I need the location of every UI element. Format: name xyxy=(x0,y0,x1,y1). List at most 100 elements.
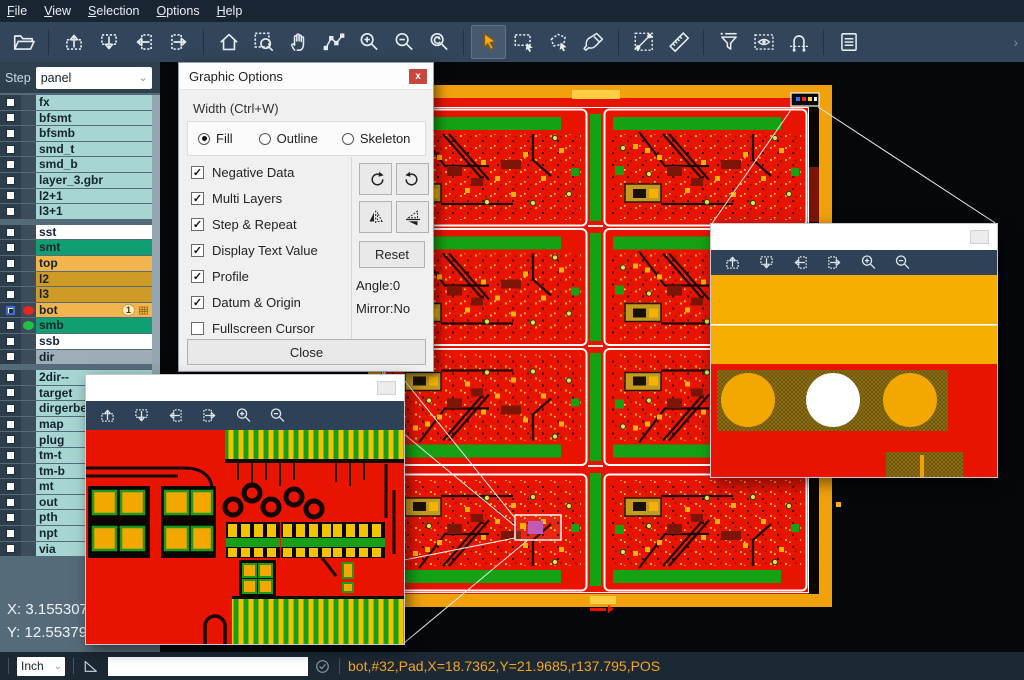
layer-row-smb[interactable]: smb xyxy=(0,318,152,333)
layer-checkbox[interactable] xyxy=(6,482,15,491)
layer-checkbox[interactable] xyxy=(6,243,15,252)
clean-brush-icon[interactable] xyxy=(576,25,611,59)
step-select[interactable]: panel⌄ xyxy=(36,67,152,89)
layer-row-ssb[interactable]: ssb xyxy=(0,334,152,349)
layer-checkbox[interactable] xyxy=(6,388,15,397)
pan-down-icon[interactable] xyxy=(132,406,151,425)
layer-row-smd_t[interactable]: smd_t xyxy=(0,142,152,157)
checkbox-fullscreen-cursor[interactable]: Fullscreen Cursor xyxy=(191,315,318,341)
pan-hand-icon[interactable] xyxy=(281,25,316,59)
layer-checkbox[interactable] xyxy=(6,176,15,185)
pan-view-left-icon[interactable] xyxy=(126,25,161,59)
layer-checkbox[interactable] xyxy=(6,113,15,122)
layer-row-l2plus1[interactable]: l2+1 xyxy=(0,189,152,204)
checkbox-negative-data[interactable]: ✓Negative Data xyxy=(191,159,318,185)
pan-up-icon[interactable] xyxy=(98,406,117,425)
layer-row-bfsmt[interactable]: bfsmt xyxy=(0,111,152,126)
magnifier-content[interactable] xyxy=(86,430,404,644)
layer-checkbox[interactable] xyxy=(6,191,15,200)
unit-select[interactable]: Inch⌄ xyxy=(17,657,65,676)
layer-checkbox[interactable] xyxy=(6,513,15,522)
arc-snap-icon[interactable] xyxy=(781,25,816,59)
pan-view-right-icon[interactable] xyxy=(161,25,196,59)
checkbox-profile[interactable]: ✓Profile xyxy=(191,263,318,289)
measure-polyline-icon[interactable] xyxy=(316,25,351,59)
polygon-select-icon[interactable] xyxy=(541,25,576,59)
pan-left-icon[interactable] xyxy=(791,253,810,272)
layer-row-bot[interactable]: bot1 xyxy=(0,303,152,318)
filter-icon[interactable] xyxy=(711,25,746,59)
layer-row-bfsmb[interactable]: bfsmb xyxy=(0,126,152,141)
layer-checkbox[interactable] xyxy=(6,529,15,538)
layer-checkbox[interactable] xyxy=(6,435,15,444)
dialog-title-bar[interactable]: Graphic Options x xyxy=(179,63,433,90)
layer-row-l2[interactable]: l2 xyxy=(0,272,152,287)
radio-skeleton[interactable]: Skeleton xyxy=(342,131,411,146)
menu-file[interactable]: File xyxy=(7,4,27,18)
zoom-out-icon[interactable] xyxy=(268,406,287,425)
checkbox-datum-origin[interactable]: ✓Datum & Origin xyxy=(191,289,318,315)
layer-checkbox[interactable] xyxy=(6,145,15,154)
layer-checkbox[interactable] xyxy=(6,207,15,216)
layer-checkbox[interactable] xyxy=(6,544,15,553)
radio-outline[interactable]: Outline xyxy=(259,131,318,146)
rotate-cw-button[interactable] xyxy=(359,163,392,195)
magnifier-content[interactable] xyxy=(711,275,997,477)
checkbox-multi-layers[interactable]: ✓Multi Layers xyxy=(191,185,318,211)
layer-checkbox[interactable] xyxy=(6,466,15,475)
checkbox-display-text-value[interactable]: ✓Display Text Value xyxy=(191,237,318,263)
menu-options[interactable]: Options xyxy=(156,4,199,18)
layer-checkbox[interactable] xyxy=(6,352,15,361)
rectangle-select-icon[interactable] xyxy=(506,25,541,59)
zoom-window-icon[interactable] xyxy=(246,25,281,59)
zoom-previous-icon[interactable] xyxy=(421,25,456,59)
apply-check-icon[interactable] xyxy=(314,658,331,675)
zoom-in-icon[interactable] xyxy=(234,406,253,425)
magnifier-title-bar[interactable] xyxy=(711,224,997,250)
pan-view-up-icon[interactable] xyxy=(56,25,91,59)
command-input[interactable] xyxy=(108,657,308,676)
layer-row-l3plus1[interactable]: l3+1 xyxy=(0,204,152,219)
layer-checkbox[interactable] xyxy=(6,337,15,346)
measure-distance-icon[interactable] xyxy=(626,25,661,59)
pan-down-icon[interactable] xyxy=(757,253,776,272)
layer-checkbox[interactable] xyxy=(6,373,15,382)
layer-checkbox[interactable] xyxy=(6,498,15,507)
pan-left-icon[interactable] xyxy=(166,406,185,425)
toolbar-overflow-icon[interactable]: › xyxy=(1013,34,1018,50)
zoom-in-icon[interactable] xyxy=(351,25,386,59)
layer-row-smd_b[interactable]: smd_b xyxy=(0,157,152,172)
home-view-icon[interactable] xyxy=(211,25,246,59)
menu-view[interactable]: View xyxy=(44,4,71,18)
mirror-horizontal-button[interactable] xyxy=(359,201,392,233)
pan-up-icon[interactable] xyxy=(723,253,742,272)
pan-view-down-icon[interactable] xyxy=(91,25,126,59)
layer-checkbox[interactable] xyxy=(6,228,15,237)
layer-checkbox[interactable] xyxy=(6,129,15,138)
layer-checkbox[interactable] xyxy=(6,98,15,107)
corner-snap-icon[interactable] xyxy=(82,657,100,675)
layer-row-smt[interactable]: smt xyxy=(0,240,152,255)
layer-checkbox-selected[interactable] xyxy=(6,306,15,315)
layer-checkbox[interactable] xyxy=(6,321,15,330)
magnifier-title-bar[interactable] xyxy=(86,375,404,401)
radio-fill[interactable]: Fill xyxy=(198,131,233,146)
layer-checkbox[interactable] xyxy=(6,420,15,429)
window-button-icon[interactable] xyxy=(970,230,989,244)
layer-row-fx[interactable]: fx xyxy=(0,95,152,110)
checkbox-step-repeat[interactable]: ✓Step & Repeat xyxy=(191,211,318,237)
layer-checkbox[interactable] xyxy=(6,274,15,283)
view-area-icon[interactable] xyxy=(746,25,781,59)
menu-help[interactable]: Help xyxy=(217,4,243,18)
layer-checkbox[interactable] xyxy=(6,451,15,460)
layer-grid-icon[interactable] xyxy=(138,305,149,316)
layer-checkbox[interactable] xyxy=(6,404,15,413)
zoom-out-icon[interactable] xyxy=(893,253,912,272)
zoom-out-icon[interactable] xyxy=(386,25,421,59)
menu-selection[interactable]: Selection xyxy=(88,4,139,18)
close-icon[interactable]: x xyxy=(409,69,427,84)
layer-checkbox[interactable] xyxy=(6,259,15,268)
window-button-icon[interactable] xyxy=(377,381,396,395)
layer-row-dir[interactable]: dir xyxy=(0,350,152,365)
rotate-ccw-button[interactable] xyxy=(396,163,429,195)
